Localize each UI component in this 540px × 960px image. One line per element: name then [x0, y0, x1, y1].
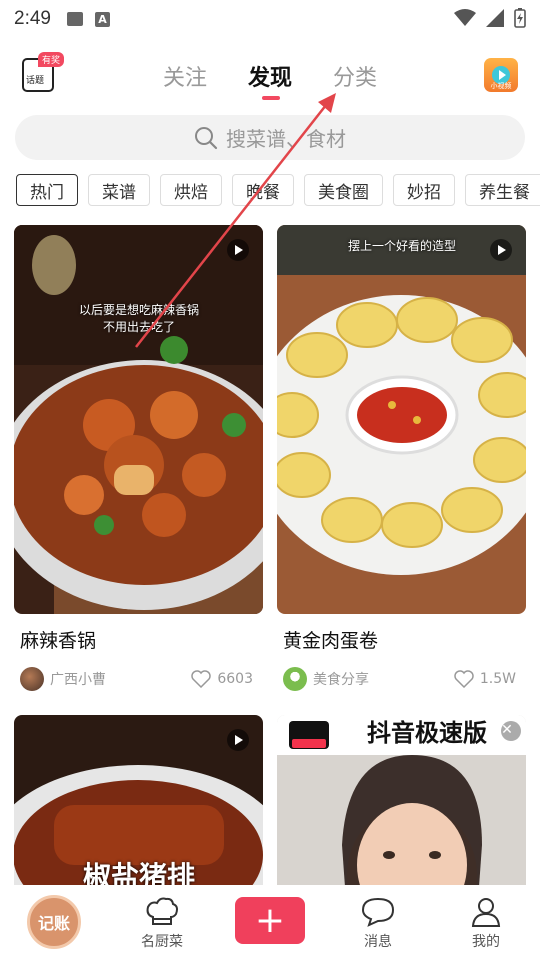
video-play-icon	[490, 239, 512, 261]
gallery-notification-icon	[66, 12, 83, 26]
recipe-image[interactable]: 椒盐猪排	[14, 715, 263, 885]
user-icon	[471, 898, 501, 927]
video-play-icon	[227, 239, 249, 261]
status-bar: 2:49 A	[0, 0, 540, 38]
chip-food-circle[interactable]: 美食圈	[304, 174, 383, 206]
nav-profile[interactable]: 我的	[432, 885, 540, 960]
ad-card[interactable]: 抖音极速版 ✕	[277, 715, 526, 885]
close-ad-icon[interactable]: ✕	[496, 719, 518, 741]
short-video-button[interactable]: 小视频	[484, 58, 518, 92]
bottom-nav: 记账 名厨菜 + 消息 我的	[0, 885, 540, 960]
tab-discover[interactable]: 发现	[235, 60, 305, 100]
avatar[interactable]	[20, 667, 44, 691]
recipe-meta: 广西小曹 6603	[14, 667, 263, 691]
feed-tabs: 关注 发现 分类	[150, 60, 390, 100]
add-button[interactable]: +	[235, 897, 305, 944]
video-play-icon	[227, 729, 249, 751]
nav-label: 名厨菜	[141, 934, 183, 950]
checkin-label: 话题	[26, 76, 45, 86]
like-button[interactable]: 6603	[191, 670, 263, 688]
recipe-feed: 以后要是想吃麻辣香锅 不用出去吃了 麻辣香锅 广西小曹 6603 摆上一个好看的…	[14, 225, 526, 885]
recipe-card[interactable]: 椒盐猪排	[14, 715, 263, 885]
nav-add[interactable]: +	[216, 885, 324, 960]
nav-messages[interactable]: 消息	[324, 885, 432, 960]
status-time: 2:49	[14, 8, 51, 29]
egg-roll-photo	[277, 225, 526, 614]
recipe-card[interactable]: 摆上一个好看的造型 黄金肉蛋卷 美食分享 1.5W	[277, 225, 526, 691]
image-caption: 椒盐猪排	[82, 860, 195, 885]
spicy-pot-photo	[14, 225, 263, 614]
author-name[interactable]: 美食分享	[313, 669, 454, 689]
image-caption: 摆上一个好看的造型	[347, 239, 456, 253]
wifi-icon	[454, 9, 476, 26]
nav-label: 我的	[472, 934, 500, 950]
category-chips: 热门 菜谱 烘焙 晚餐 美食圈 妙招 养生餐	[16, 174, 540, 208]
like-button[interactable]: 1.5W	[454, 670, 526, 688]
ledger-button[interactable]: 记账	[27, 895, 81, 949]
chip-dinner[interactable]: 晚餐	[232, 174, 294, 206]
search-input[interactable]: 搜菜谱、食材	[15, 115, 525, 160]
nav-ledger[interactable]: 记账	[0, 885, 108, 960]
nav-label: 消息	[364, 934, 392, 950]
top-nav: 有奖 话题 关注 发现 分类 小视频	[0, 52, 540, 104]
recipe-image[interactable]: 摆上一个好看的造型	[277, 225, 526, 614]
chip-health[interactable]: 养生餐	[465, 174, 540, 206]
author-name[interactable]: 广西小曹	[50, 669, 191, 689]
chip-baking[interactable]: 烘焙	[160, 174, 222, 206]
chip-tips[interactable]: 妙招	[393, 174, 455, 206]
battery-icon	[514, 8, 526, 28]
image-caption: 以后要是想吃麻辣香锅 不用出去吃了	[78, 303, 199, 334]
recipe-card[interactable]: 以后要是想吃麻辣香锅 不用出去吃了 麻辣香锅 广西小曹 6603	[14, 225, 263, 691]
tab-category[interactable]: 分类	[320, 60, 390, 92]
cell-signal-icon	[486, 9, 504, 27]
search-icon	[195, 126, 218, 149]
chip-hot[interactable]: 热门	[16, 174, 78, 206]
a-notification-icon: A	[94, 11, 110, 27]
nav-famous-chef[interactable]: 名厨菜	[108, 885, 216, 960]
recipe-title[interactable]: 麻辣香锅	[14, 626, 263, 653]
chip-recipe[interactable]: 菜谱	[88, 174, 150, 206]
search-placeholder: 搜菜谱、食材	[226, 127, 346, 151]
ad-image[interactable]: 抖音极速版 ✕	[277, 715, 526, 885]
active-tab-indicator	[262, 96, 280, 100]
reward-badge: 有奖	[38, 52, 65, 67]
recipe-image[interactable]: 以后要是想吃麻辣香锅 不用出去吃了	[14, 225, 263, 614]
like-count: 6603	[217, 671, 253, 687]
topic-checkin-button[interactable]: 有奖 话题	[22, 52, 65, 92]
avatar[interactable]	[283, 667, 307, 691]
short-video-label: 小视频	[490, 82, 512, 90]
heart-icon	[454, 670, 474, 688]
recipe-title[interactable]: 黄金肉蛋卷	[277, 626, 526, 653]
chef-hat-icon	[146, 897, 178, 925]
tab-discover-label: 发现	[247, 66, 292, 91]
tab-follow[interactable]: 关注	[150, 60, 220, 92]
ad-title: 抖音极速版	[367, 719, 487, 747]
chat-bubble-icon	[361, 897, 395, 927]
like-count: 1.5W	[479, 671, 516, 687]
heart-icon	[191, 670, 212, 688]
recipe-meta: 美食分享 1.5W	[277, 667, 526, 691]
